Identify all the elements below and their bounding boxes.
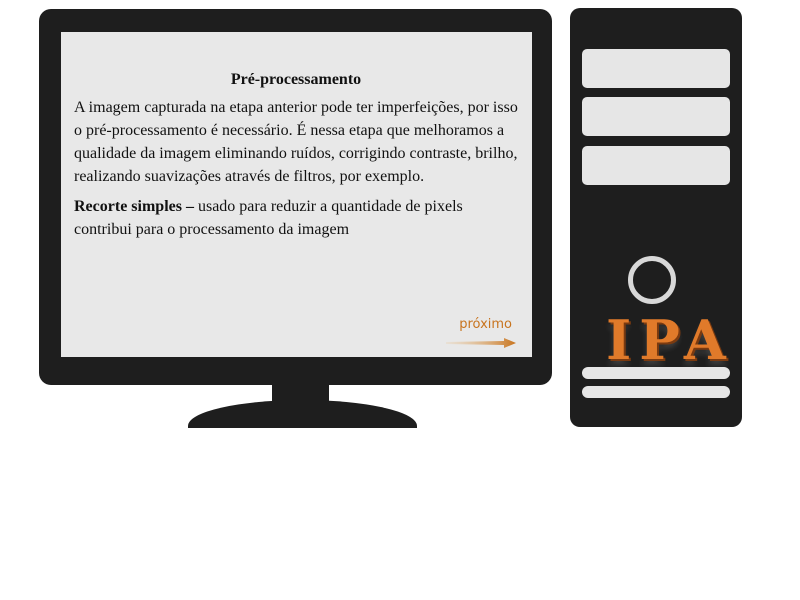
monitor-screen: Pré-processamento A imagem capturada na …	[61, 32, 532, 357]
tower-slot-2	[582, 386, 730, 398]
tower-slot-1	[582, 367, 730, 379]
drive-bay-3	[582, 146, 730, 185]
next-label: próximo	[459, 317, 512, 332]
arrow-right-icon	[446, 338, 516, 348]
slide-paragraph-2: Recorte simples – usado para reduzir a q…	[74, 195, 518, 241]
drive-bay-2	[582, 97, 730, 136]
next-button[interactable]: próximo	[446, 317, 518, 351]
computer-tower: IPA	[570, 8, 742, 427]
slide-title: Pré-processamento	[230, 71, 362, 88]
monitor: Pré-processamento A imagem capturada na …	[39, 9, 552, 385]
stage: Pré-processamento A imagem capturada na …	[0, 0, 800, 600]
power-button-icon[interactable]	[628, 256, 676, 304]
slide-paragraph-2-term: Recorte simples –	[74, 198, 194, 215]
monitor-base	[188, 400, 417, 428]
drive-bay-1	[582, 49, 730, 88]
tower-logo: IPA	[606, 308, 734, 372]
slide-paragraph-1: A imagem capturada na etapa anterior pod…	[74, 99, 518, 185]
